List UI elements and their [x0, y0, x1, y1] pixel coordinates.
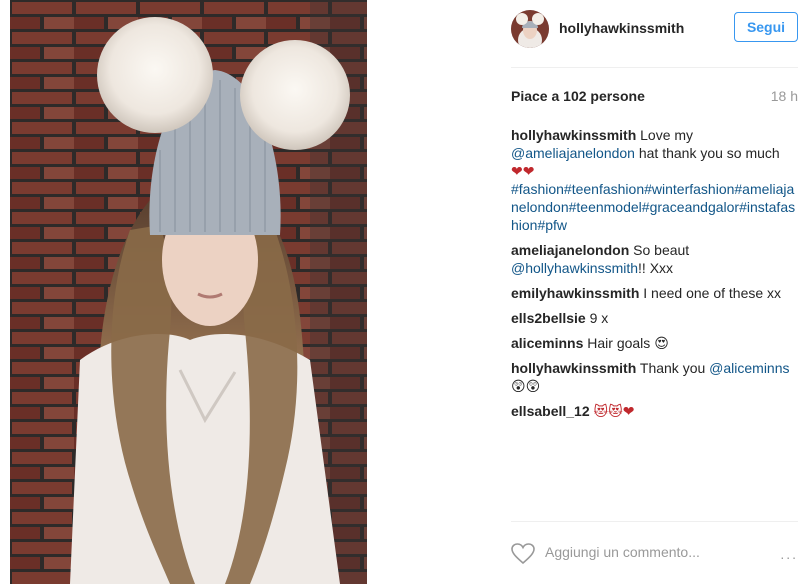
likes-count[interactable]: Piace a 102 persone: [511, 88, 645, 104]
comments-list: hollyhawkinssmith Love my @ameliajanelon…: [511, 126, 796, 427]
post-author-username[interactable]: hollyhawkinssmith: [559, 20, 684, 36]
comment-item: ameliajanelondon So beaut @hollyhawkinss…: [511, 241, 796, 277]
comment-item: emilyhawkinssmith I need one of these xx: [511, 284, 796, 302]
comment-item: ellsabell_12 😻😻❤: [511, 402, 796, 420]
post-timestamp[interactable]: 18 h: [771, 88, 798, 104]
follow-button[interactable]: Segui: [734, 12, 798, 42]
comment-text: So beaut: [633, 242, 690, 258]
comment-footer: ...: [511, 540, 798, 570]
comment-username[interactable]: ameliajanelondon: [511, 242, 629, 258]
comment-username[interactable]: hollyhawkinssmith: [511, 360, 636, 376]
post-photo[interactable]: [10, 0, 367, 584]
comment-text: I need one of these xx: [643, 285, 782, 301]
more-options-button[interactable]: ...: [780, 546, 798, 562]
post-photo-illustration: [10, 0, 367, 584]
footer-divider: [511, 521, 798, 522]
caption-text-after: hat thank you so much: [634, 145, 780, 161]
caption-emoji: ❤❤: [511, 163, 535, 179]
comment-emoji: 😍: [654, 335, 669, 351]
comment-mention[interactable]: @hollyhawkinssmith: [511, 260, 638, 276]
post-details-panel: hollyhawkinssmith Segui Piace a 102 pers…: [511, 0, 798, 584]
caption-mention[interactable]: @ameliajanelondon: [511, 145, 635, 161]
header-divider: [511, 67, 798, 68]
comment-item: hollyhawkinssmith Thank you @aliceminns 😲…: [511, 359, 796, 395]
comment-mention[interactable]: @aliceminns: [709, 360, 789, 376]
avatar[interactable]: [511, 10, 549, 48]
caption-username[interactable]: hollyhawkinssmith: [511, 127, 636, 143]
likes-row: Piace a 102 persone 18 h: [511, 88, 798, 104]
comment-username[interactable]: aliceminns: [511, 335, 583, 351]
comment-username[interactable]: ellsabell_12: [511, 403, 590, 419]
caption: hollyhawkinssmith Love my @ameliajanelon…: [511, 126, 796, 234]
caption-hashtags[interactable]: #fashion#teenfashion#winterfashion#ameli…: [511, 181, 795, 233]
avatar-image: [511, 10, 549, 48]
comment-username[interactable]: emilyhawkinssmith: [511, 285, 639, 301]
comment-text: Thank you: [639, 360, 710, 376]
comment-text: Hair goals: [587, 335, 655, 351]
comment-username[interactable]: ells2bellsie: [511, 310, 586, 326]
comment-text-after: !! Xxx: [638, 260, 674, 276]
add-comment-input[interactable]: [545, 544, 745, 560]
comment-item: ells2bellsie 9 x: [511, 309, 796, 327]
comment-emoji: 😻😻❤: [593, 403, 635, 419]
caption-text-before: Love my: [640, 127, 694, 143]
comment-emoji: 😲😲: [511, 378, 541, 394]
comment-text: 9 x: [589, 310, 609, 326]
heart-outline-icon[interactable]: [511, 543, 535, 565]
post-header: hollyhawkinssmith Segui: [511, 8, 798, 50]
comment-item: aliceminns Hair goals 😍: [511, 334, 796, 352]
